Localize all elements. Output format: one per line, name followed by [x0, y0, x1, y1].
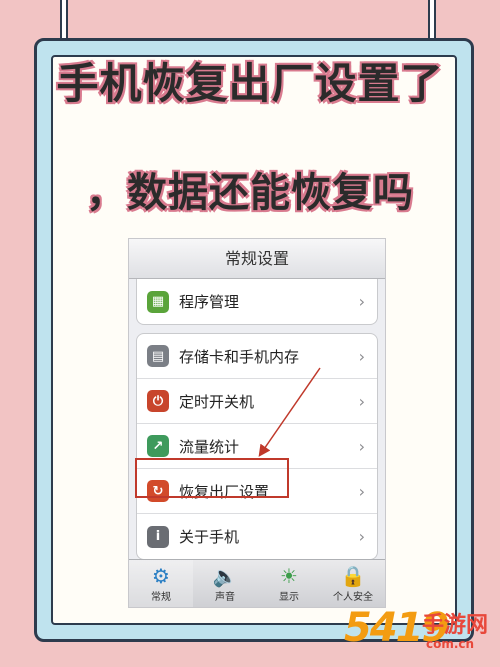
watermark-url: com.cn [426, 637, 475, 651]
watermark-text: 手游网 [422, 613, 489, 638]
pointer-arrow [258, 367, 321, 457]
site-watermark: 5419 手游网 com.cn [344, 605, 494, 663]
